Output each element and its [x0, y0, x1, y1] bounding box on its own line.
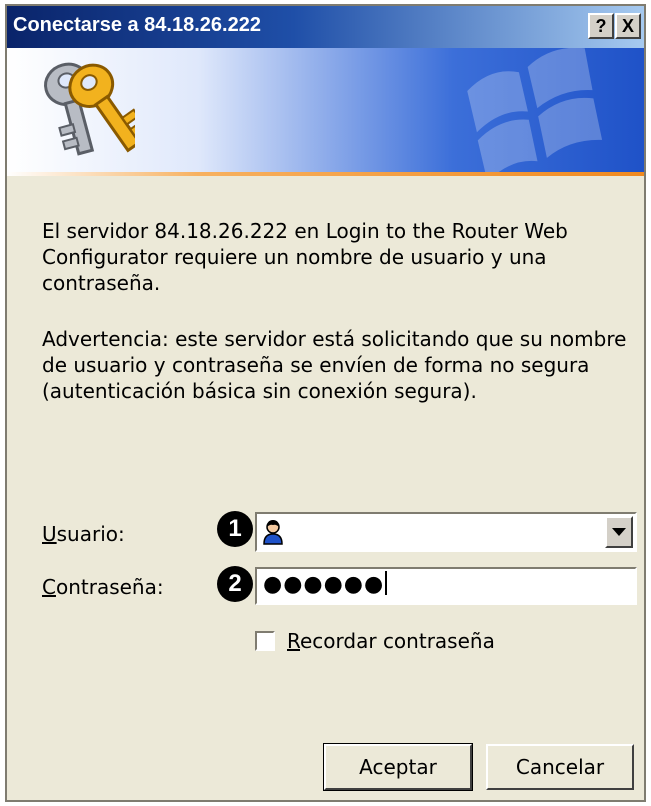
dropdown-button[interactable] [605, 516, 633, 548]
security-warning: Advertencia: este servidor está solicita… [42, 327, 627, 403]
password-field[interactable]: ●●●●●● [255, 567, 637, 605]
close-icon: X [621, 15, 634, 36]
banner [7, 48, 644, 172]
help-button[interactable]: ? [588, 13, 614, 39]
chevron-down-icon [612, 528, 626, 536]
remember-password-label[interactable]: Recordar contraseña [287, 629, 495, 653]
callout-badge-1: 1 [217, 511, 253, 547]
username-label: Usuario: [42, 522, 125, 546]
banner-divider [7, 172, 644, 176]
window-title: Conectarse a 84.18.26.222 [13, 14, 261, 36]
password-label: Contraseña: [42, 575, 164, 599]
close-button[interactable]: X [615, 13, 641, 39]
login-dialog: Conectarse a 84.18.26.222 ? X El servido… [5, 4, 646, 802]
password-mask: ●●●●●● [263, 572, 385, 597]
server-message: El servidor 84.18.26.222 en Login to the… [42, 219, 568, 295]
help-icon: ? [595, 15, 607, 36]
username-combobox[interactable] [255, 512, 637, 552]
text-caret [385, 571, 388, 595]
user-icon [263, 520, 283, 545]
windows-logo-icon [467, 48, 603, 172]
keys-icon [44, 62, 135, 156]
title-bar: Conectarse a 84.18.26.222 ? X [7, 6, 644, 48]
ok-button[interactable]: Aceptar [323, 743, 473, 791]
callout-badge-2: 2 [217, 566, 253, 602]
cancel-button[interactable]: Cancelar [486, 744, 634, 790]
remember-password-checkbox[interactable] [255, 631, 275, 651]
